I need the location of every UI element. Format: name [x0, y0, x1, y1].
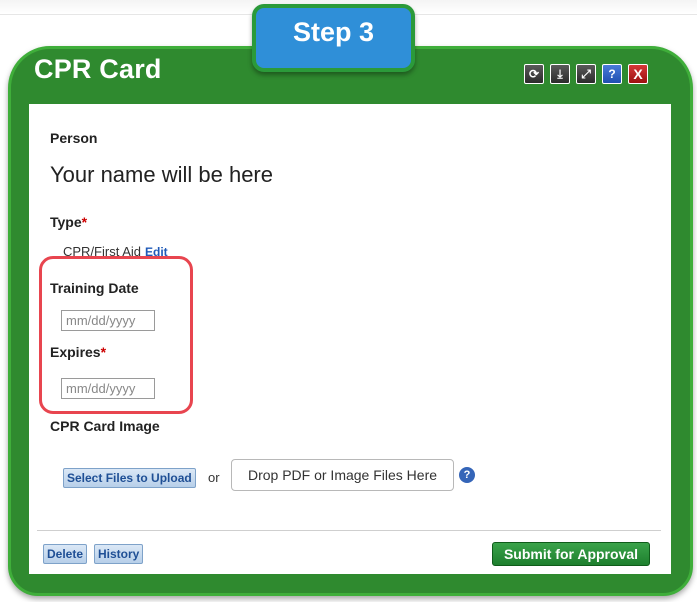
question-icon[interactable]: ?: [459, 467, 475, 483]
help-icon[interactable]: ?: [602, 64, 622, 84]
close-icon[interactable]: X: [628, 64, 648, 84]
divider: [37, 530, 661, 531]
dialog-footer: Delete History Submit for Approval: [29, 534, 671, 574]
type-label-text: Type: [50, 214, 82, 230]
card-image-label: CPR Card Image: [50, 418, 160, 434]
expand-icon[interactable]: ⤢: [576, 64, 596, 84]
person-label: Person: [50, 130, 98, 146]
delete-button[interactable]: Delete: [43, 544, 88, 564]
person-name: Your name will be here: [50, 162, 273, 187]
dialog-title: CPR Card: [34, 54, 162, 84]
refresh-icon[interactable]: ⟳: [524, 64, 544, 84]
file-drop-zone[interactable]: Drop PDF or Image Files Here: [231, 459, 454, 491]
download-icon[interactable]: ⤓: [550, 64, 570, 84]
or-text: or: [208, 470, 220, 485]
submit-for-approval-button[interactable]: Submit for Approval: [492, 542, 650, 566]
dialog-body: Person Your name will be here Type* CPR/…: [29, 104, 671, 534]
dialog-toolbar: ⟳ ⤓ ⤢ ? X: [524, 64, 648, 84]
date-fields-highlight: [39, 256, 193, 414]
history-button[interactable]: History: [94, 544, 144, 564]
type-label: Type*: [50, 214, 87, 230]
required-asterisk: *: [81, 214, 88, 230]
step-badge: Step 3: [252, 4, 415, 72]
select-files-button[interactable]: Select Files to Upload: [63, 468, 196, 488]
